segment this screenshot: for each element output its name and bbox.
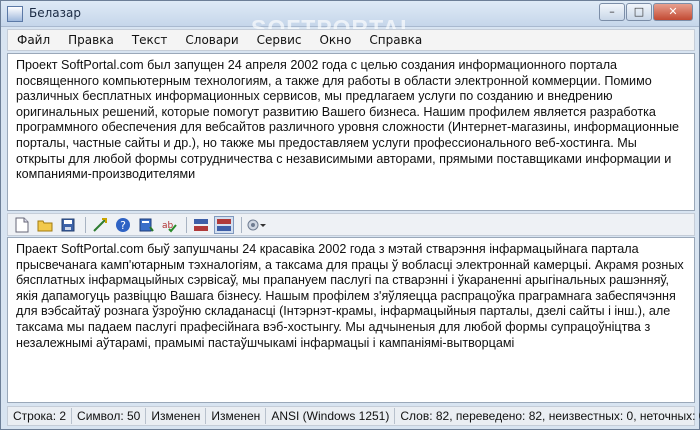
toolbar-separator: [241, 216, 242, 233]
spellcheck-button[interactable]: ab: [159, 216, 179, 234]
settings-icon: [247, 219, 266, 230]
status-symbol: Символ: 50: [72, 408, 147, 424]
spellcheck-icon: ab: [162, 221, 177, 232]
help-icon: ?: [116, 217, 130, 232]
window-title: Белазар: [29, 6, 81, 20]
save-button[interactable]: [58, 216, 78, 234]
minimize-button[interactable]: –: [599, 3, 625, 21]
window-controls: – □ ✕: [598, 3, 693, 21]
menu-service[interactable]: Сервис: [248, 33, 311, 47]
translate-button[interactable]: [90, 216, 110, 234]
toolbar-separator: [186, 216, 187, 233]
source-text-pane[interactable]: Проект SoftPortal.com был запущен 24 апр…: [7, 53, 695, 211]
translation-text-pane[interactable]: Праект SoftPortal.com быў запушчаны 24 к…: [7, 237, 695, 403]
maximize-icon: □: [633, 5, 645, 18]
minimize-icon: –: [609, 5, 615, 18]
swap-up-button[interactable]: [191, 216, 211, 234]
menu-window[interactable]: Окно: [310, 33, 360, 47]
status-word-count: Слов: 82, переведено: 82, неизвестных: 0…: [400, 409, 700, 423]
settings-button[interactable]: [246, 216, 266, 234]
title-bar[interactable]: Белазар SOFTPORTAL – □ ✕: [1, 1, 699, 41]
menu-edit[interactable]: Правка: [59, 33, 123, 47]
app-icon: [7, 6, 23, 22]
close-icon: ✕: [668, 5, 678, 18]
open-folder-icon: [37, 220, 53, 231]
swap-up-icon: [194, 218, 208, 231]
dictionary-button[interactable]: [136, 216, 156, 234]
status-line: Строка: 2: [8, 408, 73, 424]
save-icon: [61, 218, 75, 231]
close-button[interactable]: ✕: [653, 3, 693, 21]
toolbar-separator: [85, 216, 86, 233]
new-file-icon: [15, 217, 29, 232]
swap-down-button[interactable]: [214, 215, 234, 234]
translation-text[interactable]: Праект SoftPortal.com быў запушчаны 24 к…: [8, 238, 694, 355]
menu-bar: Файл Правка Текст Словари Сервис Окно Сп…: [7, 29, 695, 51]
status-encoding[interactable]: ANSI (Windows 1251): [266, 408, 396, 424]
new-file-button[interactable]: [12, 216, 32, 234]
dictionary-icon: [139, 218, 154, 232]
svg-text:?: ?: [120, 219, 126, 232]
status-modified-1: Изменен: [146, 408, 207, 424]
menu-text[interactable]: Текст: [123, 33, 177, 47]
source-text[interactable]: Проект SoftPortal.com был запущен 24 апр…: [8, 54, 694, 187]
menu-file[interactable]: Файл: [8, 33, 59, 47]
app-window: Белазар SOFTPORTAL – □ ✕ Файл Правка Тек…: [0, 0, 700, 430]
status-bar: Строка: 2 Символ: 50 Изменен Изменен ANS…: [7, 406, 700, 426]
open-file-button[interactable]: [35, 216, 55, 234]
maximize-button[interactable]: □: [626, 3, 652, 21]
toolbar: ? ab: [7, 213, 695, 236]
menu-help[interactable]: Справка: [360, 33, 431, 47]
swap-down-icon: [217, 218, 231, 231]
menu-dictionaries[interactable]: Словари: [176, 33, 247, 47]
help-button[interactable]: ?: [113, 216, 133, 234]
translate-icon: [93, 217, 107, 232]
status-modified-2: Изменен: [206, 408, 267, 424]
